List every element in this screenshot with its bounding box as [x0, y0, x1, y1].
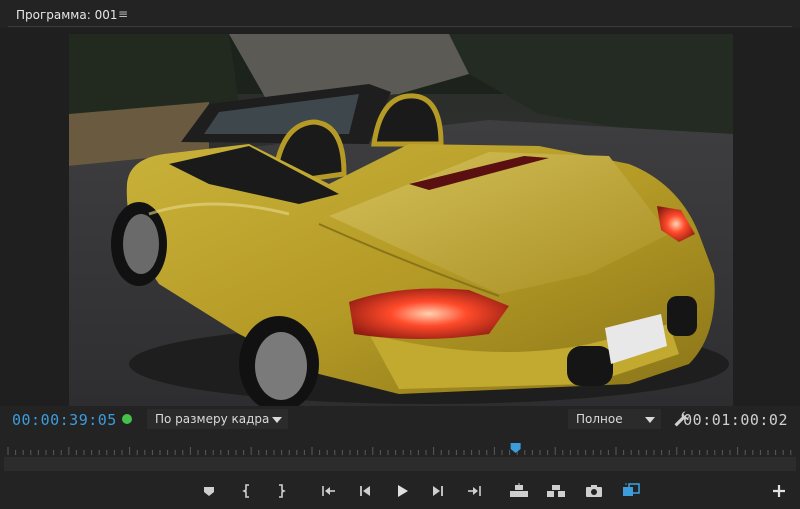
video-frame: [69, 34, 733, 412]
time-ruler[interactable]: [0, 438, 800, 472]
playback-resolution-value: Полное: [576, 412, 623, 426]
extract-icon[interactable]: [545, 480, 567, 502]
export-frame-icon[interactable]: [583, 480, 605, 502]
mark-in-icon[interactable]: [236, 480, 258, 502]
comparison-view-icon[interactable]: [620, 480, 642, 502]
status-indicator-icon: [122, 414, 132, 424]
transport-controls: [0, 474, 800, 508]
video-frame-image: [69, 34, 733, 412]
add-button-icon[interactable]: [768, 480, 790, 502]
add-marker-icon[interactable]: [198, 480, 220, 502]
play-icon[interactable]: [391, 480, 413, 502]
panel-divider: [8, 26, 792, 27]
duration-timecode: 00:01:00:02: [683, 411, 788, 429]
playback-resolution-select[interactable]: Полное: [568, 409, 661, 429]
chevron-down-icon: [645, 417, 655, 423]
step-back-icon[interactable]: [354, 480, 376, 502]
panel-title[interactable]: Программа: 001: [16, 8, 117, 22]
chevron-down-icon: [272, 417, 282, 423]
scroll-zoom-bar[interactable]: [4, 457, 796, 471]
zoom-level-select[interactable]: По размеру кадра: [147, 409, 288, 429]
panel-header: Программа: 001 ≡: [0, 0, 800, 28]
go-to-in-icon[interactable]: [318, 480, 340, 502]
mark-out-icon[interactable]: [270, 480, 292, 502]
zoom-level-value: По размеру кадра: [155, 412, 270, 426]
go-to-out-icon[interactable]: [463, 480, 485, 502]
current-timecode[interactable]: 00:00:39:05: [12, 411, 117, 429]
step-forward-icon[interactable]: [427, 480, 449, 502]
lift-icon[interactable]: [508, 480, 530, 502]
hamburger-menu-icon[interactable]: ≡: [118, 7, 128, 21]
